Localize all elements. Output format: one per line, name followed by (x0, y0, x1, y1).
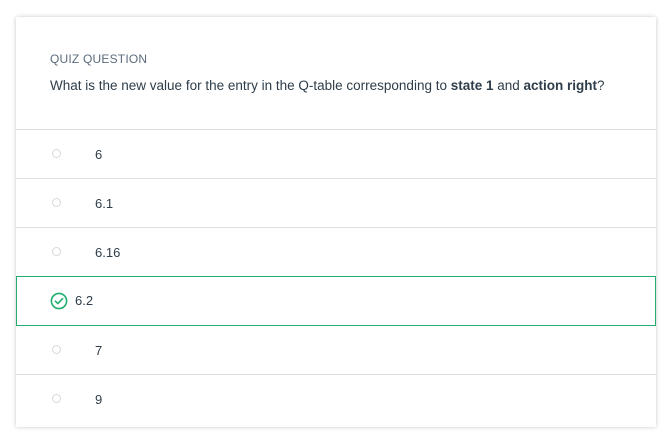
answer-option-label: 6 (95, 147, 103, 162)
radio-empty-icon[interactable] (52, 345, 61, 354)
answer-option-6-2[interactable]: 6.2 (16, 276, 656, 326)
radio-empty-icon[interactable] (52, 247, 61, 256)
question-text-pre: What is the new value for the entry in t… (50, 78, 451, 93)
answer-option-label: 9 (95, 392, 103, 407)
quiz-eyebrow: QUIZ QUESTION (50, 52, 148, 66)
answer-option-label: 6.1 (95, 196, 114, 211)
question-text-mid: and (493, 78, 524, 93)
answer-options: 6 6.1 6.16 6.2 7 9 (16, 130, 656, 424)
radio-empty-icon[interactable] (52, 198, 61, 207)
radio-empty-icon[interactable] (52, 149, 61, 158)
answer-option-6-16[interactable]: 6.16 (16, 228, 656, 277)
answer-option-label: 6.16 (95, 245, 121, 260)
answer-option-9[interactable]: 9 (16, 375, 656, 424)
answer-option-6[interactable]: 6 (16, 130, 656, 179)
quiz-question: What is the new value for the entry in t… (50, 77, 656, 95)
question-bold-state: state 1 (450, 78, 494, 93)
quiz-header: QUIZ QUESTION What is the new value for … (16, 17, 656, 130)
answer-option-label: 7 (95, 343, 103, 358)
answer-option-7[interactable]: 7 (16, 326, 656, 375)
check-circle-icon[interactable] (50, 292, 68, 310)
answer-option-6-1[interactable]: 6.1 (16, 179, 656, 228)
question-text-post: ? (597, 78, 605, 93)
quiz-card: QUIZ QUESTION What is the new value for … (16, 17, 656, 427)
radio-empty-icon[interactable] (52, 394, 61, 403)
answer-option-label: 6.2 (75, 293, 94, 308)
question-bold-action: action right (523, 78, 598, 93)
